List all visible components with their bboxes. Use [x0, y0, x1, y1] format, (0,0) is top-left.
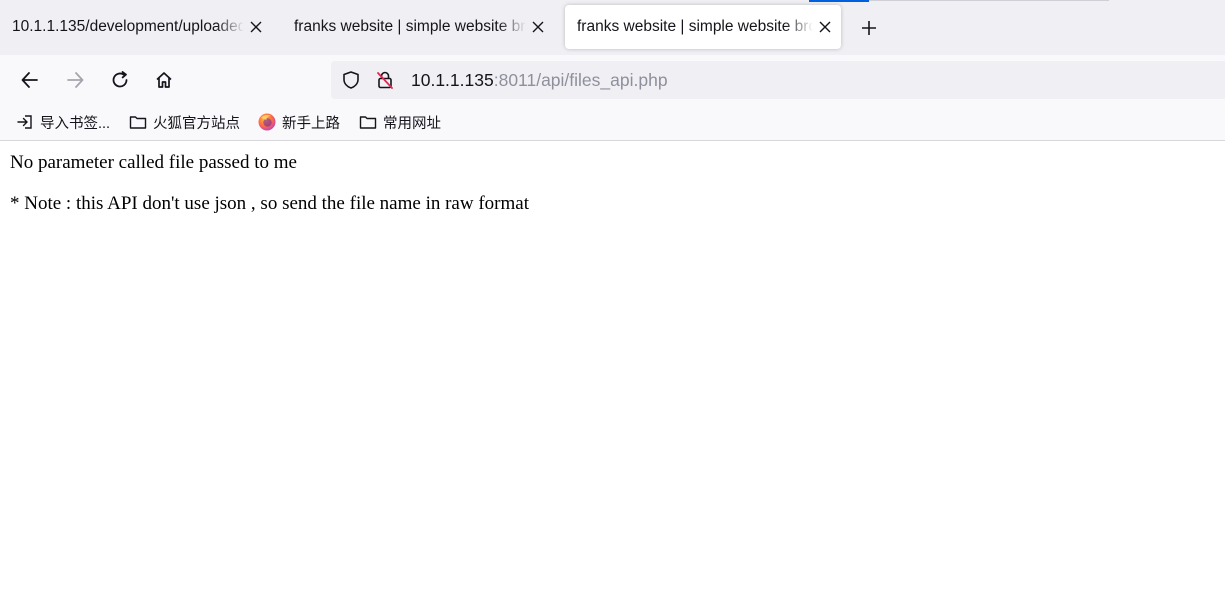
close-icon[interactable]	[815, 17, 835, 37]
tab-title: franks website | simple website browser	[294, 18, 526, 35]
page-content: No parameter called file passed to me * …	[0, 141, 1225, 215]
tab-strip-line	[869, 0, 1109, 1]
bookmark-firefox-official[interactable]: 火狐官方站点	[128, 111, 240, 133]
bookmark-label: 火狐官方站点	[153, 115, 240, 132]
firefox-icon	[257, 112, 277, 132]
url-path: :8011/api/files_api.php	[493, 69, 668, 90]
bookmarks-toolbar: 导入书签... 火狐官方站点 新手上路 常用网址	[0, 105, 1225, 141]
insecure-lock-icon[interactable]	[373, 68, 397, 92]
close-icon[interactable]	[246, 17, 266, 37]
forward-button[interactable]	[59, 64, 91, 96]
arrow-right-icon	[67, 72, 84, 88]
back-button[interactable]	[14, 64, 46, 96]
bookmark-common-sites[interactable]: 常用网址	[358, 111, 441, 133]
url-host: 10.1.1.135	[411, 69, 494, 90]
home-icon	[156, 72, 172, 88]
bookmark-label: 新手上路	[282, 115, 340, 132]
bookmark-getting-started[interactable]: 新手上路	[257, 111, 340, 133]
folder-icon	[128, 112, 148, 132]
arrow-left-icon	[21, 72, 38, 88]
home-button[interactable]	[148, 64, 180, 96]
tab-franks-website-1[interactable]: franks website | simple website browser	[282, 5, 554, 49]
folder-icon	[358, 112, 378, 132]
api-note: * Note : this API don't use json , so se…	[10, 193, 529, 214]
tab-franks-website-active[interactable]: franks website | simple website browser	[565, 5, 841, 49]
tab-uploaded-files[interactable]: 10.1.1.135/development/uploaded_files	[0, 5, 272, 49]
reload-button[interactable]	[104, 64, 136, 96]
navigation-toolbar: 10.1.1.135:8011/api/files_api.php	[0, 55, 1225, 105]
plus-icon	[862, 21, 876, 35]
bookmark-label: 导入书签...	[40, 115, 111, 132]
tab-strip: 10.1.1.135/development/uploaded_files fr…	[0, 0, 1225, 55]
address-bar[interactable]: 10.1.1.135:8011/api/files_api.php	[331, 61, 1225, 99]
new-tab-button[interactable]	[855, 14, 883, 42]
tab-strip-accent	[809, 0, 869, 2]
shield-icon[interactable]	[339, 68, 363, 92]
bookmark-label: 常用网址	[383, 115, 441, 132]
reload-icon	[112, 71, 128, 88]
api-message: No parameter called file passed to me	[10, 152, 297, 173]
url-text[interactable]: 10.1.1.135:8011/api/files_api.php	[411, 70, 668, 91]
tab-title: franks website | simple website browser	[577, 18, 813, 35]
bookmark-import[interactable]: 导入书签...	[15, 111, 110, 133]
close-icon[interactable]	[528, 17, 548, 37]
import-icon	[15, 112, 35, 132]
tab-title: 10.1.1.135/development/uploaded_files	[12, 18, 244, 35]
